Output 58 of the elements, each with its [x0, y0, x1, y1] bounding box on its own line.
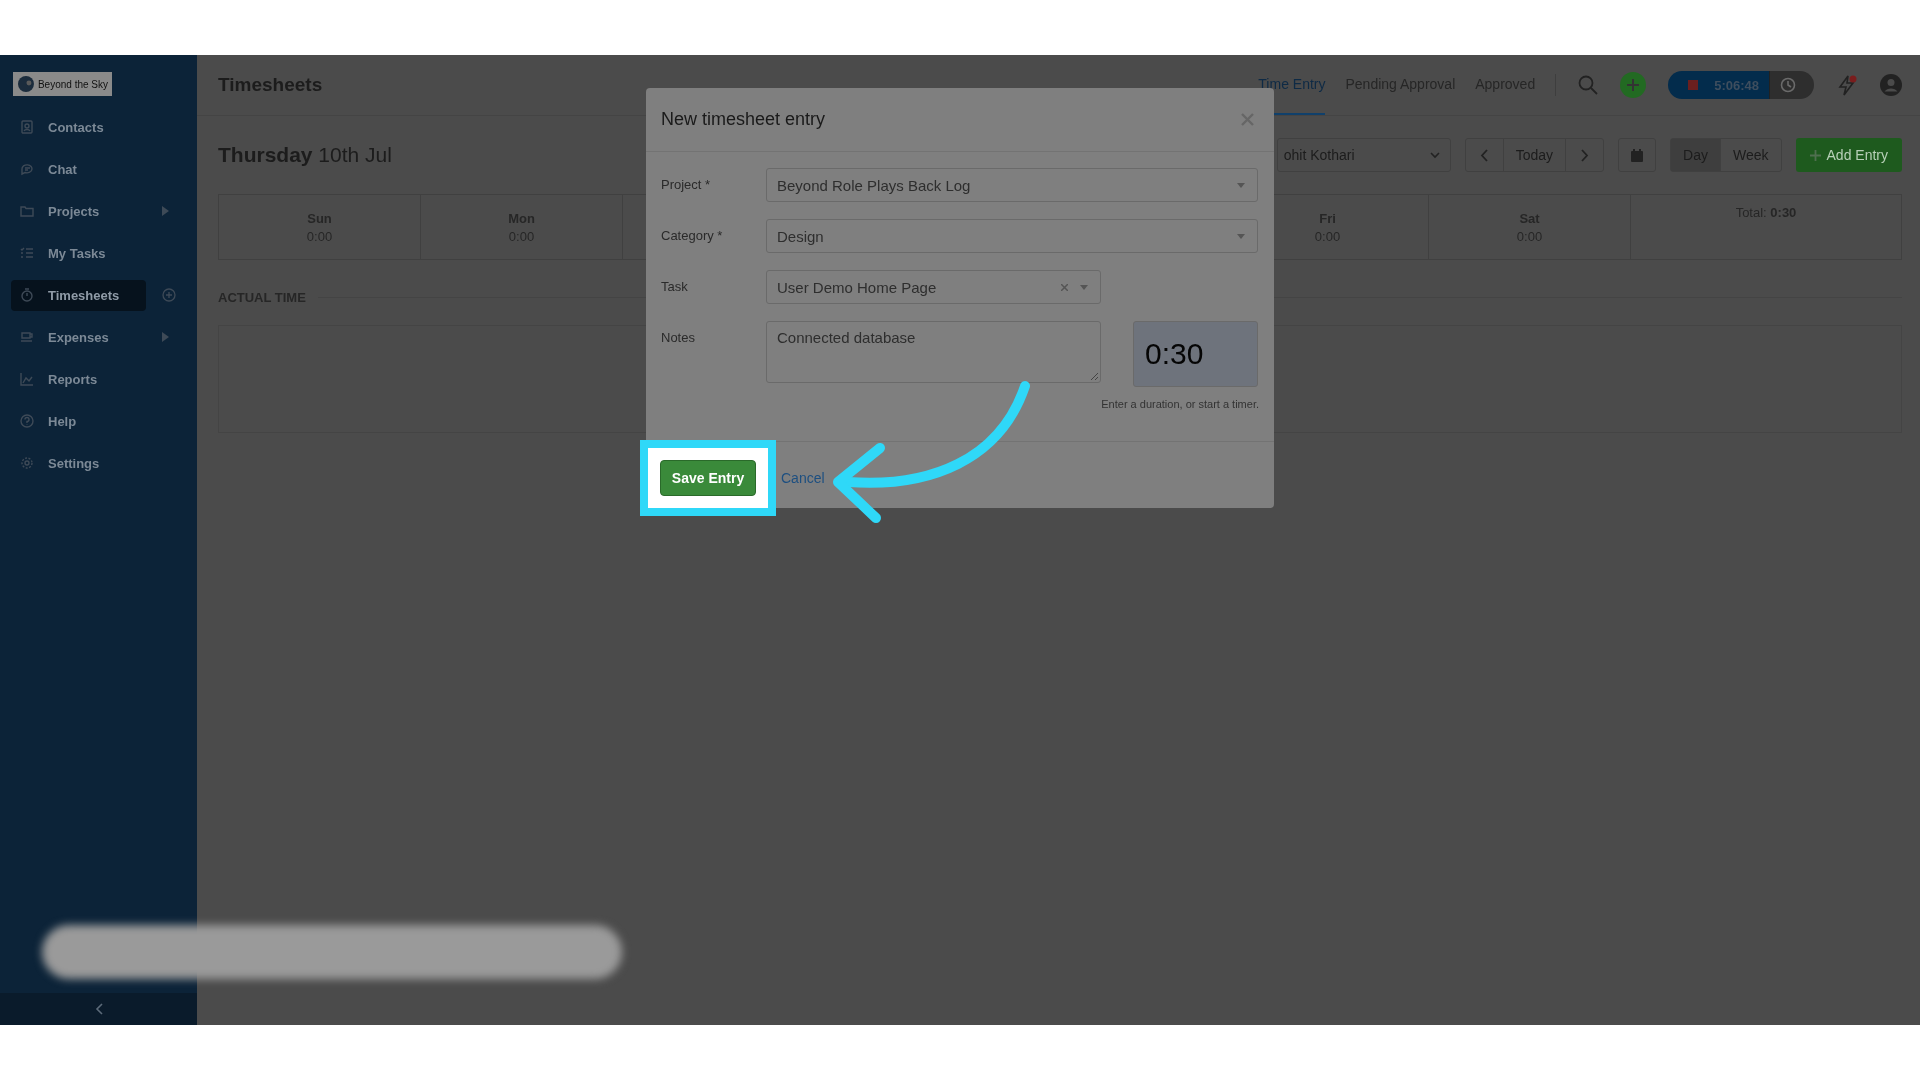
notes-field[interactable]: Connected database — [766, 321, 1101, 383]
dropdown-caret-icon — [1237, 182, 1245, 188]
sidebar-item[interactable]: Chat — [11, 153, 146, 185]
dropdown-caret-icon — [1237, 233, 1245, 239]
sidebar-item[interactable]: My Tasks — [11, 237, 146, 269]
stop-icon[interactable] — [1688, 80, 1699, 90]
expand-triangle-icon[interactable] — [162, 206, 169, 216]
field-label: Category * — [661, 227, 724, 243]
field-label: Project * — [661, 176, 712, 192]
sidebar-item[interactable]: Contacts — [11, 111, 146, 143]
contacts-icon — [20, 120, 34, 134]
plus-circle-icon[interactable] — [1620, 72, 1647, 98]
dialog-title: New timesheet entry — [661, 109, 826, 130]
tasks-icon — [20, 246, 34, 260]
company-logo[interactable]: Beyond the Sky — [13, 72, 112, 96]
chart-icon — [20, 372, 34, 386]
globe-icon — [17, 75, 35, 93]
sidebar-item[interactable]: Expenses — [11, 321, 146, 353]
gear-icon — [20, 456, 34, 470]
calendar-button[interactable] — [1618, 138, 1657, 172]
sidebar-item[interactable]: Projects — [11, 195, 146, 227]
bolt-icon[interactable] — [1836, 74, 1858, 96]
plus-icon — [1809, 149, 1821, 161]
resize-grip-icon[interactable] — [1090, 372, 1098, 380]
duration-hint: Enter a duration, or start a timer. — [1101, 398, 1259, 410]
chevron-down-icon — [1429, 151, 1440, 159]
cup-icon — [20, 330, 34, 344]
select-field[interactable]: Design — [766, 219, 1258, 253]
field-label: Task — [661, 278, 689, 294]
select-field[interactable]: User Demo Home Page — [766, 270, 1101, 304]
duration-field[interactable]: 0:30 — [1133, 321, 1258, 387]
search-icon[interactable] — [1578, 75, 1599, 95]
cancel-link[interactable]: Cancel — [781, 470, 825, 486]
user-avatar-icon[interactable] — [1880, 74, 1902, 96]
folder-icon — [20, 204, 34, 218]
help-icon — [20, 414, 34, 428]
chevron-left-icon — [1480, 148, 1489, 162]
stopwatch-icon — [20, 288, 34, 302]
clock-icon[interactable] — [1780, 77, 1796, 93]
sidebar-item[interactable]: Reports — [11, 363, 146, 395]
save-entry-button[interactable]: Save Entry — [659, 460, 757, 496]
chevron-right-icon — [1580, 148, 1589, 162]
expand-triangle-icon[interactable] — [162, 332, 169, 342]
collapse-chevron-icon[interactable] — [94, 1003, 103, 1015]
field-label: Notes — [661, 329, 696, 345]
select-field[interactable]: Beyond Role Plays Back Log — [766, 168, 1258, 202]
calendar-icon — [1631, 148, 1644, 162]
sidebar-item[interactable]: Timesheets — [11, 279, 146, 311]
close-icon[interactable] — [1241, 113, 1254, 126]
add-entry-button[interactable]: Add Entry — [1795, 138, 1902, 172]
chat-icon — [20, 162, 34, 176]
add-circle-icon[interactable] — [162, 288, 176, 302]
sidebar-item[interactable]: Help — [11, 405, 146, 437]
clear-icon[interactable] — [1061, 283, 1068, 291]
dropdown-caret-icon — [1080, 284, 1088, 290]
logo-text: Beyond the Sky — [37, 78, 108, 90]
sidebar-item[interactable]: Settings — [11, 447, 146, 479]
timer-time: 5:06:48 — [1714, 77, 1759, 93]
